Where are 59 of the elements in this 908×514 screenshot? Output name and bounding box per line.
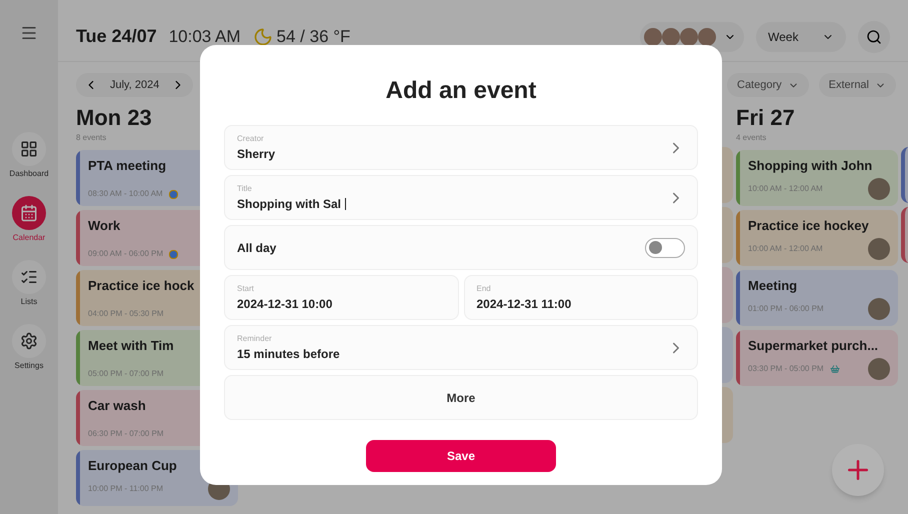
date-field[interactable]: Start 2024-12-31 10:00 [224,275,458,320]
toggle-switch[interactable] [645,238,685,258]
event-time: 08:30 AM - 10:00 AM [88,188,163,200]
view-dropdown[interactable]: Week [756,22,846,52]
time-text: 10:03 AM [168,26,241,48]
more-button[interactable]: More [224,375,698,420]
event-time: 04:00 PM - 05:30 PM [88,308,164,320]
day-title: Fri 27 [736,104,796,132]
event-card[interactable]: Shopping with John 10:00 AM - 12:00 AM [736,150,898,206]
text-cursor [345,198,346,210]
avatar [698,28,716,46]
event-time: 06:30 PM - 07:00 PM [88,428,164,440]
event-title: Meeting [748,277,798,295]
month-label: July, 2024 [110,78,160,93]
event-card[interactable]: Meeting 01:00 PM - 06:00 PM [736,270,898,326]
event-count: 8 events [76,132,108,144]
day-title: Mon 23 [76,104,153,132]
filter-dropdown[interactable]: External [818,73,896,97]
event-title: Meet with Tim [88,337,175,355]
event-title: Car wash [88,397,147,415]
add-button[interactable] [832,444,884,496]
event-title: Work [88,217,122,235]
event-title: Shopping with John [748,157,874,175]
event-time: 10:00 AM - 12:00 AM [748,183,823,195]
event-time: 05:00 PM - 07:00 PM [88,368,164,380]
event-time: 10:00 AM - 12:00 AM [748,243,823,255]
avatar [644,28,662,46]
date-field[interactable]: End 2024-12-31 11:00 [464,275,698,320]
event-count: 4 events [736,132,768,144]
dialog-title: Add an event [386,76,536,106]
list-icon [20,268,38,286]
event-time: 09:00 AM - 06:00 PM [88,248,164,260]
title-field[interactable]: Title Shopping with Sal [224,175,698,220]
settings-icon [20,332,38,350]
avatar [662,28,680,46]
event-title: Supermarket purch... [748,337,880,355]
event-title: PTA meeting [88,157,168,175]
menu-icon[interactable] [20,24,38,42]
search-icon [866,28,882,44]
avatar [680,28,698,46]
select-field[interactable]: Creator Sherry [224,125,698,170]
save-button[interactable]: Save [366,440,556,472]
event-time: 03:30 PM - 05:00 PM [748,363,824,375]
calendar-icon [20,204,38,222]
event-card[interactable]: Supermarket purch... 03:30 PM - 05:00 PM [736,330,898,386]
date-text: Tue 24/07 [76,25,157,48]
event-title: Practice ice hockey [748,217,870,235]
weather-icon [252,26,273,46]
event-title: European Cup [88,457,178,475]
select-field[interactable]: Reminder 15 minutes before [224,325,698,370]
search-button[interactable] [858,20,890,52]
all-day-row: All day [224,225,698,270]
grid-icon [20,140,38,158]
filter-dropdown[interactable]: Category [727,73,809,97]
temperature-text: 54 / 36 °F [276,26,350,48]
event-time: 10:00 PM - 11:00 PM [88,483,163,495]
event-time: 01:00 PM - 06:00 PM [748,303,824,315]
event-title: Practice ice hock [88,277,196,295]
event-card[interactable]: Practice ice hockey 10:00 AM - 12:00 AM [736,210,898,266]
